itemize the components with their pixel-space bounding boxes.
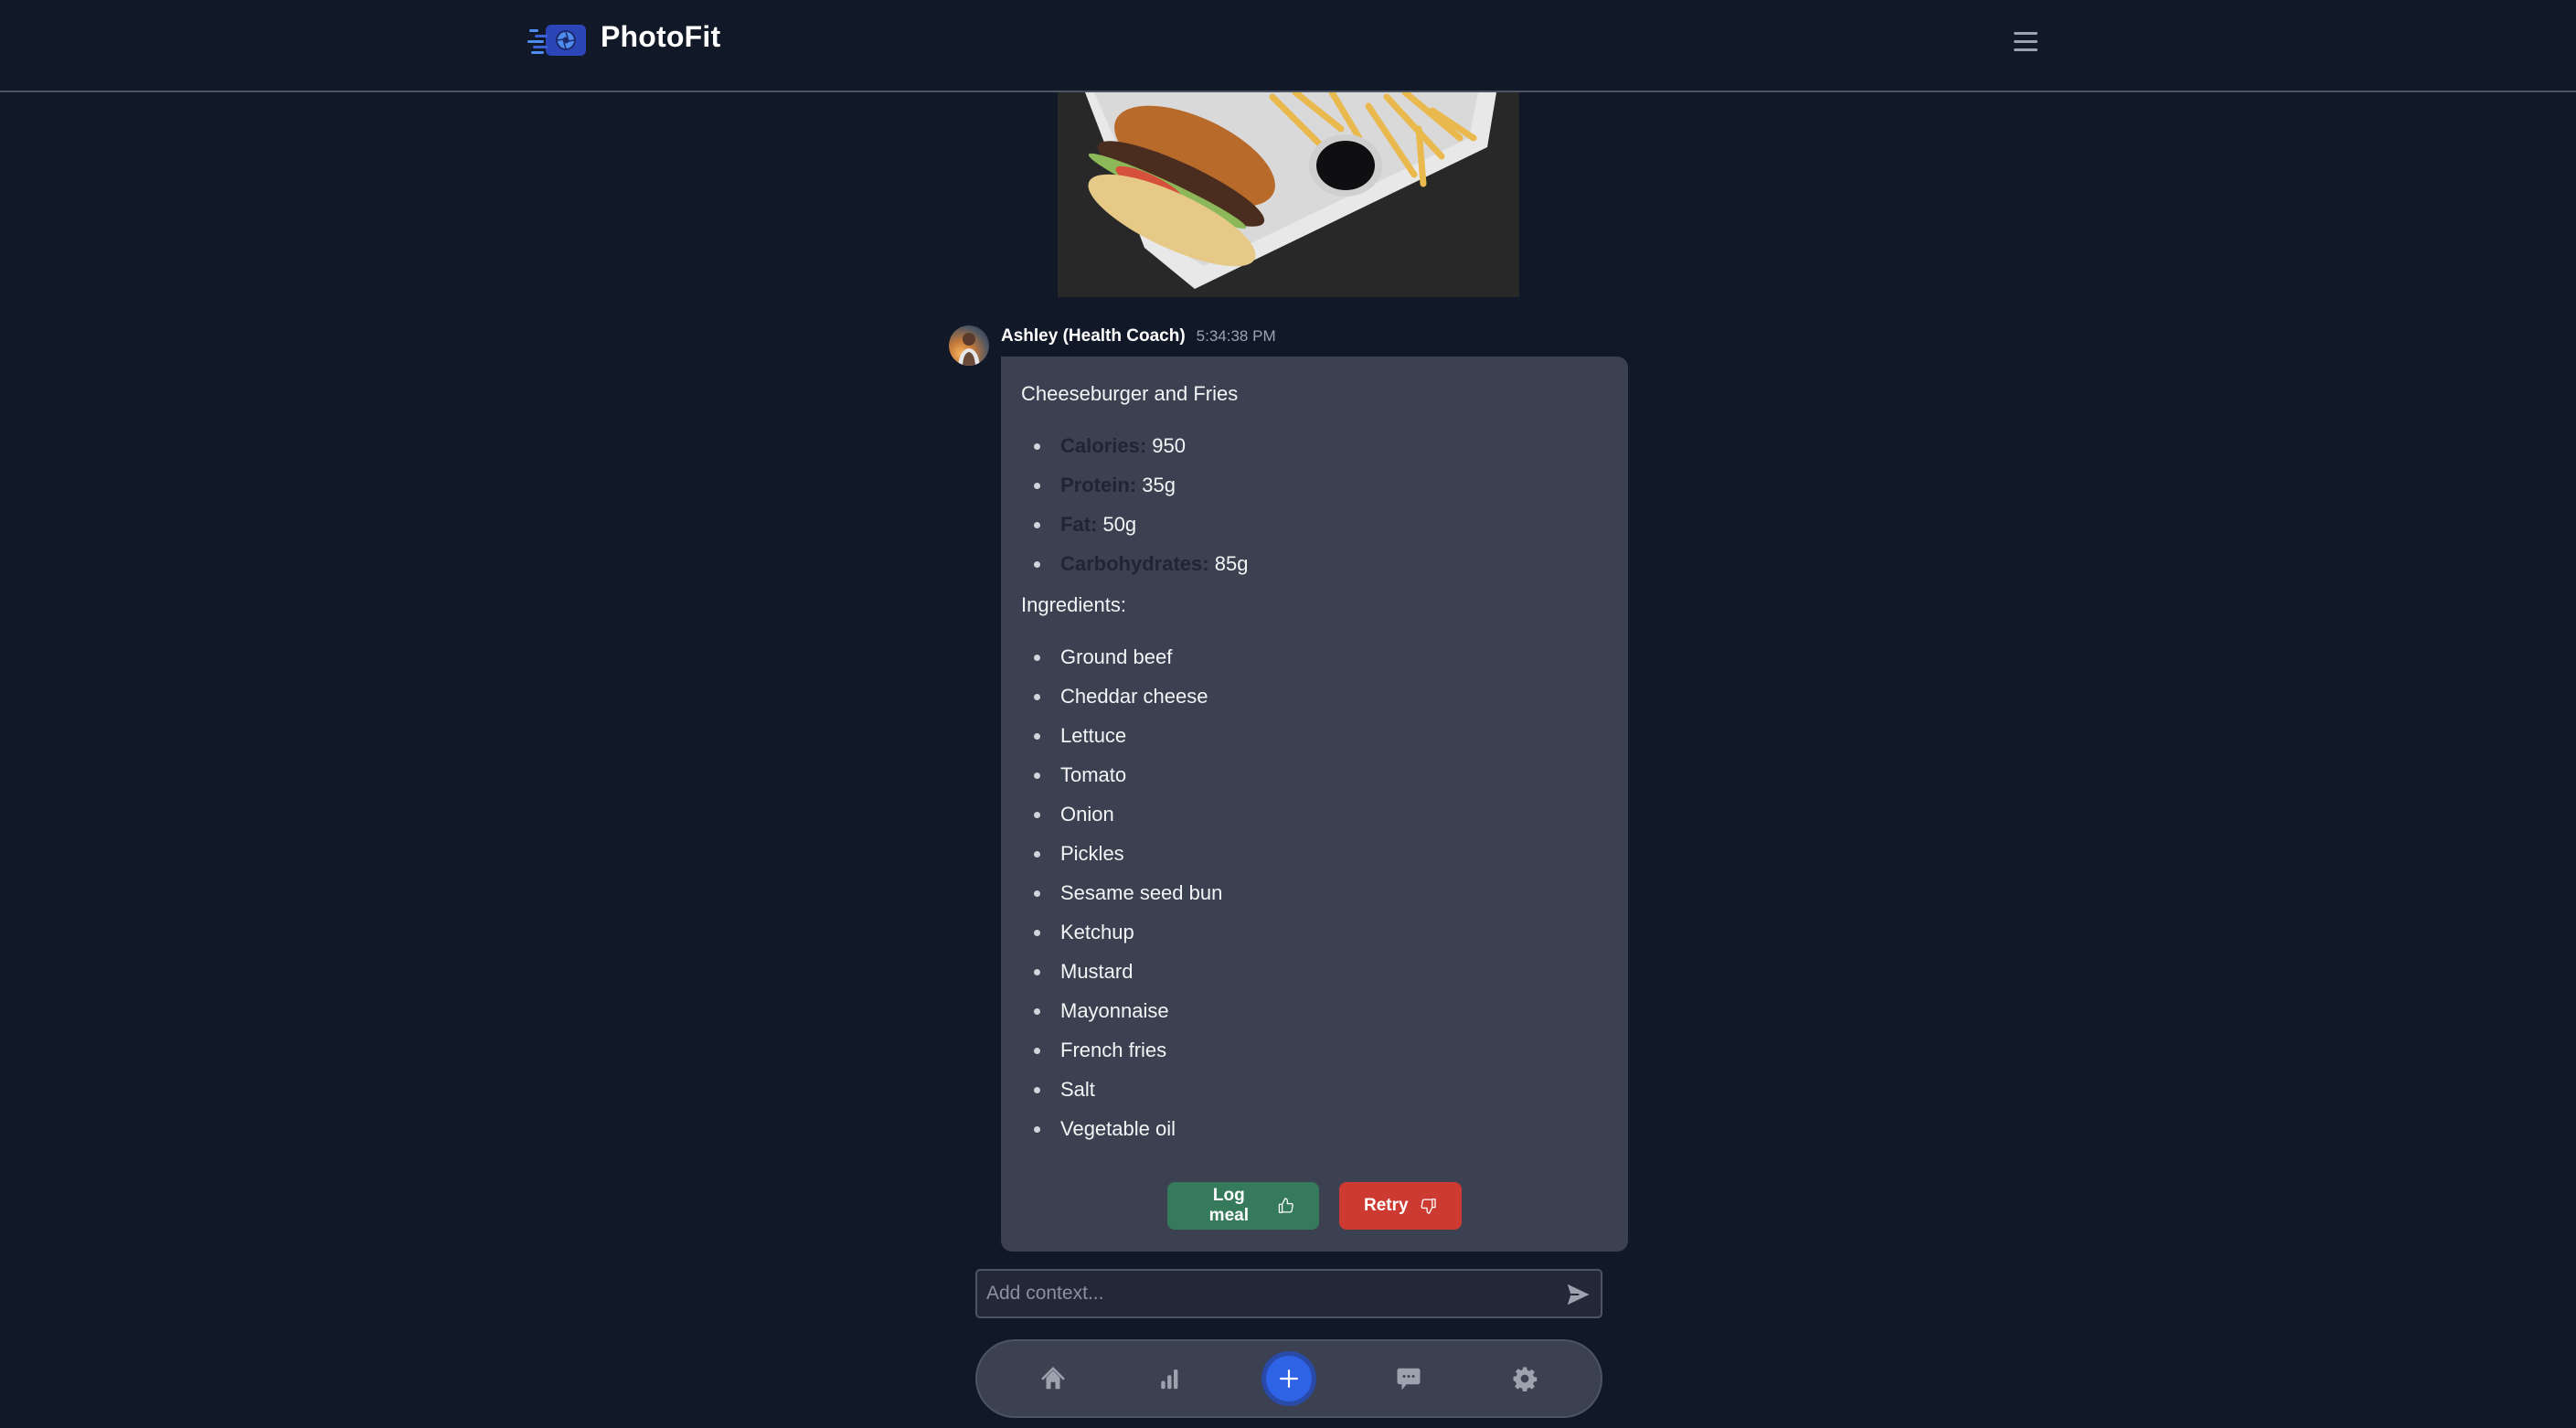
ingredient-item: Mayonnaise (1021, 997, 1608, 1025)
ingredient-item: Lettuce (1021, 722, 1608, 750)
menu-line (2014, 39, 2038, 43)
ingredient-item: Salt (1021, 1076, 1608, 1103)
nav-home[interactable] (1029, 1355, 1077, 1402)
log-meal-button[interactable]: Log meal (1167, 1182, 1319, 1230)
chat-bubble-icon (1397, 1368, 1421, 1391)
meal-title: Cheeseburger and Fries (1021, 382, 1239, 405)
ingredients-list: Ground beef Cheddar cheese Lettuce Tomat… (1021, 644, 1608, 1143)
menu-line (2014, 48, 2038, 51)
home-icon (1041, 1366, 1065, 1390)
context-input-container (975, 1269, 1602, 1318)
ingredient-item: French fries (1021, 1037, 1608, 1064)
retry-label: Retry (1364, 1196, 1409, 1215)
hamburger-menu-icon[interactable] (2014, 26, 2041, 57)
send-icon[interactable] (1564, 1281, 1591, 1308)
context-input[interactable] (986, 1271, 1535, 1316)
meal-photo-illustration (1058, 92, 1519, 297)
nutrition-item: Calories: 950 (1021, 432, 1608, 460)
nutrition-label: Calories: (1060, 434, 1147, 457)
ingredient-item: Sesame seed bun (1021, 879, 1608, 907)
bottom-navigation (975, 1339, 1602, 1418)
ingredient-item: Ketchup (1021, 919, 1608, 946)
message-timestamp: 5:34:38 PM (1196, 327, 1276, 345)
nutrition-label: Fat: (1060, 513, 1098, 536)
ingredients-heading: Ingredients: (1021, 593, 1126, 616)
message-meta: Ashley (Health Coach) 5:34:38 PM (1001, 326, 1276, 346)
nutrition-value: 950 (1152, 434, 1186, 457)
bar-chart-icon (1161, 1369, 1178, 1390)
camera-shutter-speed-icon (527, 25, 586, 56)
ingredient-item: Pickles (1021, 840, 1608, 868)
nav-settings[interactable] (1501, 1355, 1549, 1402)
ingredient-item: Tomato (1021, 762, 1608, 789)
message-actions: Log meal Retry (1001, 1182, 1628, 1230)
thumbs-down-icon (1421, 1199, 1436, 1214)
coach-avatar (949, 325, 989, 366)
nav-add-meal[interactable] (1261, 1351, 1316, 1406)
nutrition-value: 85g (1214, 552, 1249, 575)
nutrition-label: Protein: (1060, 474, 1137, 496)
nutrition-value: 50g (1102, 513, 1137, 536)
nutrition-item: Protein: 35g (1021, 472, 1608, 499)
plus-icon (1280, 1369, 1298, 1388)
nutrition-label: Carbohydrates: (1060, 552, 1209, 575)
menu-line (2014, 31, 2038, 35)
nutrition-item: Carbohydrates: 85g (1021, 550, 1608, 578)
nutrition-value: 35g (1142, 474, 1176, 496)
message-author: Ashley (Health Coach) (1001, 326, 1186, 346)
app-name: PhotoFit (601, 20, 721, 53)
nutrition-list: Calories: 950 Protein: 35g Fat: 50g Carb… (1021, 432, 1608, 578)
gear-icon (1513, 1367, 1537, 1391)
app-header: PhotoFit (0, 0, 2576, 92)
thumbs-up-icon (1278, 1198, 1293, 1213)
meal-photo (1058, 92, 1519, 297)
nav-chat[interactable] (1385, 1355, 1432, 1402)
ingredient-item: Ground beef (1021, 644, 1608, 671)
ingredient-item: Vegetable oil (1021, 1115, 1608, 1143)
retry-button[interactable]: Retry (1339, 1182, 1462, 1230)
avatar-portrait (958, 333, 980, 366)
ingredient-item: Cheddar cheese (1021, 683, 1608, 710)
nav-stats[interactable] (1145, 1355, 1193, 1402)
nutrition-item: Fat: 50g (1021, 511, 1608, 538)
meal-analysis-message: Cheeseburger and Fries Calories: 950 Pro… (1001, 357, 1628, 1252)
ingredient-item: Mustard (1021, 958, 1608, 986)
ingredient-item: Onion (1021, 801, 1608, 828)
log-meal-label: Log meal (1208, 1186, 1249, 1225)
